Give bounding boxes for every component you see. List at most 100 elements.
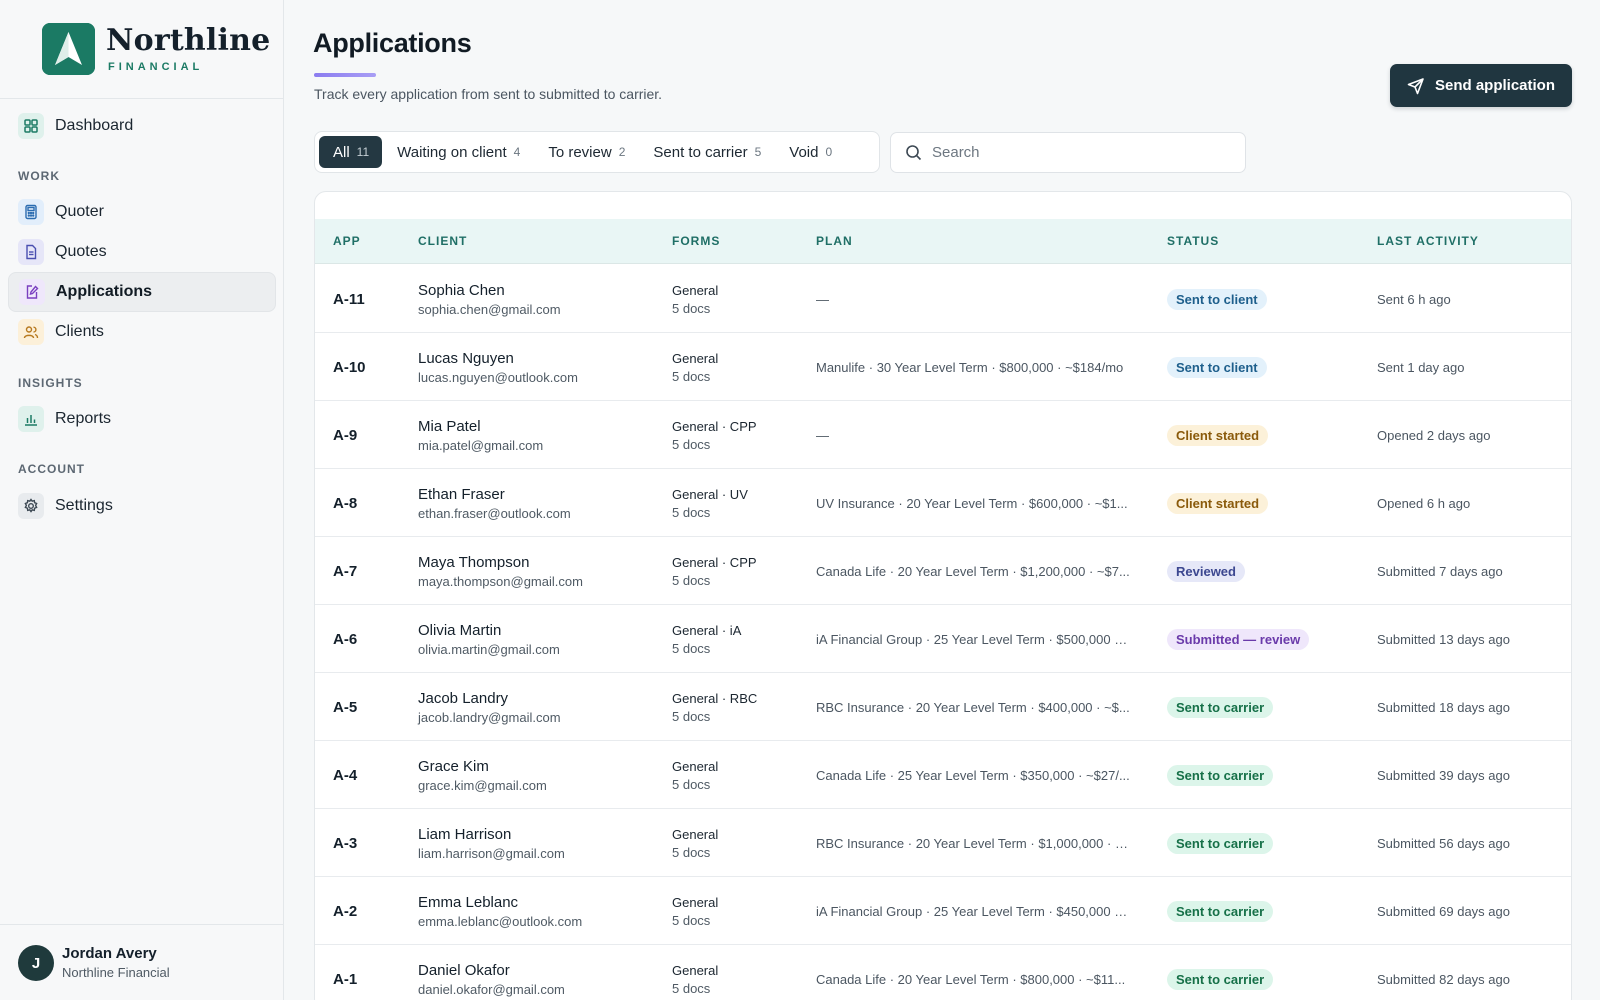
app-id[interactable]: A-8 bbox=[333, 495, 357, 512]
client-name[interactable]: Olivia Martin bbox=[418, 622, 560, 639]
tab-sent-to-carrier[interactable]: Sent to carrier 5 bbox=[640, 136, 774, 168]
sidebar-divider bbox=[0, 98, 283, 99]
table-row[interactable]: A-8 Ethan Fraser ethan.fraser@outlook.com G… bbox=[315, 469, 1571, 537]
table-row[interactable]: A-9 Mia Patel mia.patel@gmail.com General ·… bbox=[315, 401, 1571, 469]
plan-summary: UV Insurance · 20 Year Level Term · $600… bbox=[816, 495, 1128, 511]
status-cell: Reviewed bbox=[1167, 537, 1245, 605]
sidebar-item-dashboard[interactable]: Dashboard bbox=[8, 106, 276, 146]
status-cell: Sent to carrier bbox=[1167, 877, 1274, 945]
table-row[interactable]: A-6 Olivia Martin olivia.martin@gmail.com G… bbox=[315, 605, 1571, 673]
app-id[interactable]: A-5 bbox=[333, 699, 357, 716]
client-cell: Grace Kim grace.kim@gmail.com bbox=[418, 741, 547, 809]
client-name[interactable]: Liam Harrison bbox=[418, 826, 565, 843]
column-header-forms[interactable]: FORMS bbox=[672, 219, 720, 264]
app-id[interactable]: A-10 bbox=[333, 359, 366, 376]
app-id[interactable]: A-4 bbox=[333, 767, 357, 784]
activity-cell: Opened 6 h ago bbox=[1377, 469, 1470, 537]
table-row[interactable]: A-1 Daniel Okafor daniel.okafor@gmail.com G… bbox=[315, 945, 1571, 1000]
app-id[interactable]: A-11 bbox=[333, 291, 365, 308]
app-id[interactable]: A-3 bbox=[333, 835, 357, 852]
tab-count: 4 bbox=[513, 145, 521, 159]
tab-label: Void bbox=[789, 143, 819, 161]
send-application-button[interactable]: Send application bbox=[1390, 64, 1572, 107]
client-cell: Jacob Landry jacob.landry@gmail.com bbox=[418, 673, 561, 741]
table-row[interactable]: A-3 Liam Harrison liam.harrison@gmail.com G… bbox=[315, 809, 1571, 877]
sidebar-item-reports[interactable]: Reports bbox=[8, 399, 276, 439]
client-name[interactable]: Grace Kim bbox=[418, 758, 547, 775]
sidebar-item-quoter[interactable]: Quoter bbox=[8, 192, 276, 232]
client-email: daniel.okafor@gmail.com bbox=[418, 981, 565, 997]
app-cell: A-10 bbox=[333, 333, 366, 401]
table-row[interactable]: A-2 Emma Leblanc emma.leblanc@outlook.com G… bbox=[315, 877, 1571, 945]
client-cell: Sophia Chen sophia.chen@gmail.com bbox=[418, 265, 561, 333]
activity-cell: Sent 6 h ago bbox=[1377, 265, 1451, 333]
document-icon bbox=[18, 239, 44, 265]
client-email: ethan.fraser@outlook.com bbox=[418, 505, 571, 521]
tab-label: Waiting on client bbox=[397, 143, 507, 161]
status-badge: Sent to carrier bbox=[1167, 900, 1274, 922]
table-row[interactable]: A-7 Maya Thompson maya.thompson@gmail.com G… bbox=[315, 537, 1571, 605]
status-cell: Sent to client bbox=[1167, 333, 1267, 401]
table-row[interactable]: A-11 Sophia Chen sophia.chen@gmail.com Gene… bbox=[315, 265, 1571, 333]
app-id[interactable]: A-7 bbox=[333, 563, 357, 580]
doc-count: 5 docs bbox=[672, 776, 711, 792]
tab-all[interactable]: All 11 bbox=[319, 136, 383, 168]
activity-cell: Submitted 56 days ago bbox=[1377, 809, 1510, 877]
tab-void[interactable]: Void 0 bbox=[776, 136, 845, 168]
status-badge: Sent to carrier bbox=[1167, 764, 1274, 786]
client-cell: Lucas Nguyen lucas.nguyen@outlook.com bbox=[418, 333, 578, 401]
plan-summary: iA Financial Group · 25 Year Level Term … bbox=[816, 903, 1130, 919]
table-row[interactable]: A-5 Jacob Landry jacob.landry@gmail.com Gen… bbox=[315, 673, 1571, 741]
app-id[interactable]: A-9 bbox=[333, 427, 357, 444]
client-name[interactable]: Mia Patel bbox=[418, 418, 543, 435]
table-row[interactable]: A-10 Lucas Nguyen lucas.nguyen@outlook.com… bbox=[315, 333, 1571, 401]
app-id[interactable]: A-2 bbox=[333, 903, 357, 920]
search-input[interactable] bbox=[932, 144, 1232, 161]
client-cell: Mia Patel mia.patel@gmail.com bbox=[418, 401, 543, 469]
status-badge: Sent to carrier bbox=[1167, 832, 1274, 854]
app-cell: A-3 bbox=[333, 809, 357, 877]
plan-cell: iA Financial Group · 25 Year Level Term … bbox=[816, 605, 1130, 673]
column-header-plan[interactable]: PLAN bbox=[816, 219, 853, 264]
client-name[interactable]: Emma Leblanc bbox=[418, 894, 582, 911]
doc-count: 5 docs bbox=[672, 844, 711, 860]
client-name[interactable]: Ethan Fraser bbox=[418, 486, 571, 503]
sidebar-item-settings[interactable]: Settings bbox=[8, 486, 276, 526]
brand[interactable]: Northline FINANCIAL bbox=[42, 23, 270, 75]
brand-name: Northline bbox=[106, 23, 271, 58]
doc-count: 5 docs bbox=[672, 368, 711, 384]
table-row[interactable]: A-4 Grace Kim grace.kim@gmail.com General 5 … bbox=[315, 741, 1571, 809]
sidebar-item-quotes[interactable]: Quotes bbox=[8, 232, 276, 272]
sidebar-item-clients[interactable]: Clients bbox=[8, 312, 276, 352]
client-name[interactable]: Daniel Okafor bbox=[418, 962, 565, 979]
client-name[interactable]: Lucas Nguyen bbox=[418, 350, 578, 367]
activity-cell: Submitted 7 days ago bbox=[1377, 537, 1503, 605]
client-email: grace.kim@gmail.com bbox=[418, 777, 547, 793]
search-box[interactable] bbox=[890, 132, 1246, 173]
forms-cell: General · RBC 5 docs bbox=[672, 673, 757, 741]
app-id[interactable]: A-1 bbox=[333, 971, 357, 988]
form-list: General · RBC bbox=[672, 690, 758, 706]
sidebar-item-applications[interactable]: Applications bbox=[8, 272, 276, 312]
tab-waiting-on-client[interactable]: Waiting on client 4 bbox=[384, 136, 533, 168]
form-list: General bbox=[672, 826, 719, 842]
column-header-last-activity[interactable]: LAST ACTIVITY bbox=[1377, 219, 1479, 264]
user-profile[interactable]: J Jordan Avery Northline Financial bbox=[0, 924, 283, 1000]
status-cell: Sent to carrier bbox=[1167, 673, 1274, 741]
client-name[interactable]: Jacob Landry bbox=[418, 690, 561, 707]
client-name[interactable]: Sophia Chen bbox=[418, 282, 561, 299]
doc-count: 5 docs bbox=[672, 436, 711, 452]
client-name[interactable]: Maya Thompson bbox=[418, 554, 583, 571]
app-id[interactable]: A-6 bbox=[333, 631, 357, 648]
column-header-status[interactable]: STATUS bbox=[1167, 219, 1219, 264]
plan-cell: iA Financial Group · 25 Year Level Term … bbox=[816, 877, 1130, 945]
last-activity: Submitted 18 days ago bbox=[1377, 699, 1510, 715]
form-list: General bbox=[672, 350, 719, 366]
column-header-app[interactable]: APP bbox=[333, 219, 361, 264]
tab-to-review[interactable]: To review 2 bbox=[535, 136, 638, 168]
plan-summary: Canada Life · 25 Year Level Term · $350,… bbox=[816, 767, 1130, 783]
section-label-work: WORK bbox=[18, 169, 60, 183]
column-header-client[interactable]: CLIENT bbox=[418, 219, 467, 264]
sidebar-item-label: Quoter bbox=[55, 203, 104, 220]
doc-count: 5 docs bbox=[672, 504, 711, 520]
